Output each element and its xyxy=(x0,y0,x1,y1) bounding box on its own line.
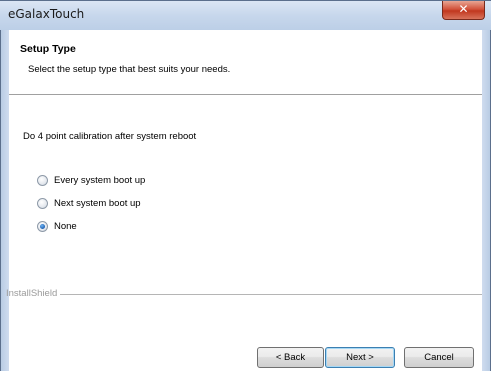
installshield-label: InstallShield xyxy=(6,288,58,299)
page-title: Setup Type xyxy=(20,43,76,55)
calibration-question: Do 4 point calibration after system rebo… xyxy=(23,131,197,142)
next-button[interactable]: Next > xyxy=(325,347,395,368)
content-panel: Do 4 point calibration after system rebo… xyxy=(9,95,482,371)
window-title: eGalaxTouch xyxy=(8,7,85,21)
cancel-button[interactable]: Cancel xyxy=(404,347,474,368)
option-label: Next system boot up xyxy=(54,197,141,209)
window-frame-left xyxy=(0,30,9,371)
window-frame-right xyxy=(482,30,491,371)
radio-every-boot[interactable] xyxy=(37,174,48,186)
title-bar[interactable]: eGalaxTouch ✕ xyxy=(0,0,491,30)
option-next-boot[interactable]: Next system boot up xyxy=(37,196,141,210)
option-every-boot[interactable]: Every system boot up xyxy=(37,173,145,187)
radio-none[interactable] xyxy=(37,220,48,232)
option-label: None xyxy=(54,220,77,232)
dialog-client-area: Setup Type Select the setup type that be… xyxy=(6,30,482,371)
footer-divider xyxy=(60,294,482,296)
radio-next-boot[interactable] xyxy=(37,197,48,209)
header-panel: Setup Type Select the setup type that be… xyxy=(9,30,482,95)
option-label: Every system boot up xyxy=(54,174,146,186)
back-button[interactable]: < Back xyxy=(257,347,324,368)
option-none[interactable]: None xyxy=(37,219,77,233)
setup-dialog: eGalaxTouch ✕ Setup Type Select the setu… xyxy=(0,0,491,371)
close-button[interactable]: ✕ xyxy=(442,1,485,20)
page-subtitle: Select the setup type that best suits yo… xyxy=(28,64,231,75)
close-icon: ✕ xyxy=(458,2,469,16)
